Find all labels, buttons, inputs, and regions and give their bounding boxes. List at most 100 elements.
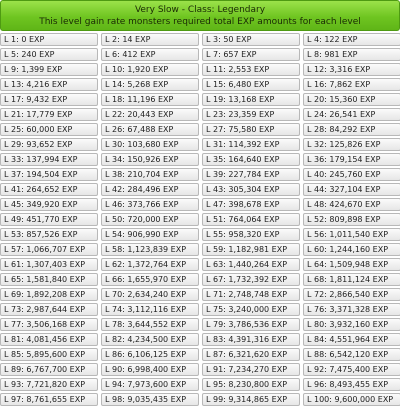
level-cell: L 32: 125,826 EXP xyxy=(303,138,400,151)
level-cell: L 94: 7,973,600 EXP xyxy=(101,378,199,391)
level-cell: L 97: 8,761,655 EXP xyxy=(0,393,98,406)
level-cell: L 31: 114,392 EXP xyxy=(202,138,300,151)
level-cell: L 14: 5,268 EXP xyxy=(101,78,199,91)
level-cell: L 25: 60,000 EXP xyxy=(0,123,98,136)
level-cell: L 65: 1,581,840 EXP xyxy=(0,273,98,286)
level-cell: L 80: 3,932,160 EXP xyxy=(303,318,400,331)
level-cell: L 35: 164,640 EXP xyxy=(202,153,300,166)
level-cell: L 11: 2,553 EXP xyxy=(202,63,300,76)
level-cell: L 68: 1,811,124 EXP xyxy=(303,273,400,286)
level-cell: L 50: 720,000 EXP xyxy=(101,213,199,226)
level-cell: L 21: 17,779 EXP xyxy=(0,108,98,121)
level-cell: L 54: 906,990 EXP xyxy=(101,228,199,241)
level-cell: L 91: 7,234,270 EXP xyxy=(202,363,300,376)
level-cell: L 93: 7,721,820 EXP xyxy=(0,378,98,391)
level-cell: L 77: 3,506,168 EXP xyxy=(0,318,98,331)
level-cell: L 92: 7,475,400 EXP xyxy=(303,363,400,376)
level-cell: L 71: 2,748,748 EXP xyxy=(202,288,300,301)
level-cell: L 40: 245,760 EXP xyxy=(303,168,400,181)
level-cell: L 22: 20,443 EXP xyxy=(101,108,199,121)
level-cell: L 64: 1,509,948 EXP xyxy=(303,258,400,271)
exp-table-panel: Very Slow - Class: Legendary This level … xyxy=(0,0,400,410)
level-cell: L 73: 2,987,644 EXP xyxy=(0,303,98,316)
level-cell: L 29: 93,652 EXP xyxy=(0,138,98,151)
table-header: Very Slow - Class: Legendary This level … xyxy=(0,0,400,31)
level-cell: L 67: 1,732,392 EXP xyxy=(202,273,300,286)
header-subtitle: This level gain rate monsters required t… xyxy=(39,17,361,27)
level-cell: L 43: 305,304 EXP xyxy=(202,183,300,196)
level-cell: L 62: 1,372,764 EXP xyxy=(101,258,199,271)
level-cell: L 86: 6,106,125 EXP xyxy=(101,348,199,361)
level-cell: L 7: 657 EXP xyxy=(202,48,300,61)
level-cell: L 2: 14 EXP xyxy=(101,33,199,46)
header-title: Very Slow - Class: Legendary xyxy=(134,5,266,15)
level-cell: L 26: 67,488 EXP xyxy=(101,123,199,136)
level-cell: L 38: 210,704 EXP xyxy=(101,168,199,181)
level-cell: L 60: 1,244,160 EXP xyxy=(303,243,400,256)
level-cell: L 95: 8,230,800 EXP xyxy=(202,378,300,391)
level-cell: L 78: 3,644,552 EXP xyxy=(101,318,199,331)
level-cell: L 48: 424,670 EXP xyxy=(303,198,400,211)
level-cell: L 34: 150,926 EXP xyxy=(101,153,199,166)
level-cell: L 84: 4,551,964 EXP xyxy=(303,333,400,346)
level-cell: L 10: 1,920 EXP xyxy=(101,63,199,76)
level-cell: L 75: 3,240,000 EXP xyxy=(202,303,300,316)
level-cell: L 57: 1,066,707 EXP xyxy=(0,243,98,256)
level-cell: L 23: 23,359 EXP xyxy=(202,108,300,121)
level-cell: L 44: 327,104 EXP xyxy=(303,183,400,196)
level-cell: L 13: 4,216 EXP xyxy=(0,78,98,91)
level-cell: L 17: 9,432 EXP xyxy=(0,93,98,106)
level-cell: L 41: 264,652 EXP xyxy=(0,183,98,196)
level-cell: L 12: 3,316 EXP xyxy=(303,63,400,76)
level-cell: L 27: 75,580 EXP xyxy=(202,123,300,136)
level-cell: L 20: 15,360 EXP xyxy=(303,93,400,106)
level-cell: L 6: 412 EXP xyxy=(101,48,199,61)
level-cell: L 45: 349,920 EXP xyxy=(0,198,98,211)
level-cell: L 42: 284,496 EXP xyxy=(101,183,199,196)
level-cell: L 55: 958,320 EXP xyxy=(202,228,300,241)
level-cell: L 61: 1,307,403 EXP xyxy=(0,258,98,271)
level-cell: L 82: 4,234,500 EXP xyxy=(101,333,199,346)
level-cell: L 39: 227,784 EXP xyxy=(202,168,300,181)
level-cell: L 52: 809,898 EXP xyxy=(303,213,400,226)
level-cell: L 33: 137,994 EXP xyxy=(0,153,98,166)
level-cell: L 79: 3,786,536 EXP xyxy=(202,318,300,331)
level-cell: L 99: 9,314,865 EXP xyxy=(202,393,300,406)
level-cell: L 24: 26,541 EXP xyxy=(303,108,400,121)
level-cell: L 70: 2,634,240 EXP xyxy=(101,288,199,301)
level-cell: L 56: 1,011,540 EXP xyxy=(303,228,400,241)
level-cell: L 96: 8,493,455 EXP xyxy=(303,378,400,391)
level-cell: L 47: 398,678 EXP xyxy=(202,198,300,211)
level-cell: L 49: 451,770 EXP xyxy=(0,213,98,226)
level-cell: L 58: 1,123,839 EXP xyxy=(101,243,199,256)
level-cell: L 5: 240 EXP xyxy=(0,48,98,61)
level-cell: L 1: 0 EXP xyxy=(0,33,98,46)
level-cell: L 90: 6,998,400 EXP xyxy=(101,363,199,376)
level-cell: L 37: 194,504 EXP xyxy=(0,168,98,181)
level-cell: L 81: 4,081,456 EXP xyxy=(0,333,98,346)
level-cell: L 46: 373,766 EXP xyxy=(101,198,199,211)
level-cell: L 15: 6,480 EXP xyxy=(202,78,300,91)
level-cell: L 28: 84,292 EXP xyxy=(303,123,400,136)
level-cell: L 76: 3,371,328 EXP xyxy=(303,303,400,316)
level-cell: L 69: 1,892,208 EXP xyxy=(0,288,98,301)
level-cell: L 18: 11,196 EXP xyxy=(101,93,199,106)
level-cell: L 4: 122 EXP xyxy=(303,33,400,46)
level-cell: L 8: 981 EXP xyxy=(303,48,400,61)
level-cell: L 100: 9,600,000 EXP xyxy=(303,393,400,406)
level-cell: L 74: 3,112,116 EXP xyxy=(101,303,199,316)
level-cell: L 63: 1,440,264 EXP xyxy=(202,258,300,271)
level-cell: L 16: 7,862 EXP xyxy=(303,78,400,91)
level-cell: L 36: 179,154 EXP xyxy=(303,153,400,166)
level-cell: L 19: 13,168 EXP xyxy=(202,93,300,106)
level-cell: L 30: 103,680 EXP xyxy=(101,138,199,151)
level-cell: L 66: 1,655,970 EXP xyxy=(101,273,199,286)
level-cell: L 87: 6,321,620 EXP xyxy=(202,348,300,361)
level-cell: L 51: 764,064 EXP xyxy=(202,213,300,226)
level-cell: L 89: 6,767,700 EXP xyxy=(0,363,98,376)
level-cell: L 59: 1,182,981 EXP xyxy=(202,243,300,256)
level-cell: L 98: 9,035,435 EXP xyxy=(101,393,199,406)
level-cell: L 9: 1,399 EXP xyxy=(0,63,98,76)
level-cell: L 83: 4,391,316 EXP xyxy=(202,333,300,346)
level-cell: L 3: 50 EXP xyxy=(202,33,300,46)
